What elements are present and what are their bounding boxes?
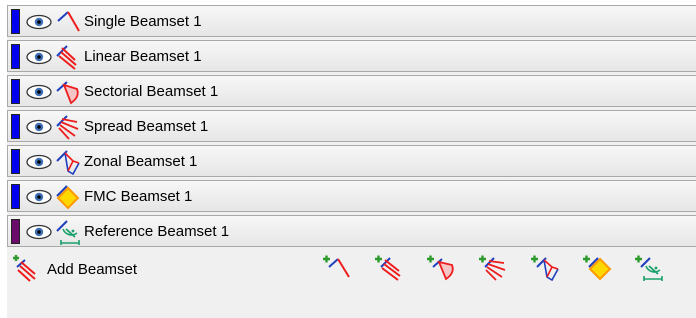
beamset-label: FMC Beamset 1 bbox=[84, 188, 193, 205]
spread-beam-icon bbox=[55, 114, 81, 140]
beamset-row-fmc[interactable]: FMC Beamset 1 bbox=[7, 180, 696, 212]
visibility-eye-icon[interactable] bbox=[25, 224, 53, 240]
beamset-color-swatch[interactable] bbox=[11, 149, 20, 174]
single-beam-icon bbox=[55, 9, 81, 35]
beamset-row-linear[interactable]: Linear Beamset 1 bbox=[7, 40, 696, 72]
beamset-color-swatch[interactable] bbox=[11, 219, 20, 244]
fmc-beam-icon bbox=[55, 184, 81, 210]
visibility-eye-icon[interactable] bbox=[25, 84, 53, 100]
beamset-color-swatch[interactable] bbox=[11, 184, 20, 209]
add-sectorial-beam-icon[interactable] bbox=[425, 254, 457, 282]
visibility-eye-icon[interactable] bbox=[25, 119, 53, 135]
visibility-eye-icon[interactable] bbox=[25, 49, 53, 65]
beamset-label: Sectorial Beamset 1 bbox=[84, 83, 219, 100]
linear-beam-icon bbox=[55, 44, 81, 70]
zonal-beam-icon bbox=[55, 149, 81, 175]
add-beamset-label[interactable]: Add Beamset bbox=[47, 261, 137, 278]
beamset-color-swatch[interactable] bbox=[11, 44, 20, 69]
add-reference-beam-icon[interactable] bbox=[633, 254, 665, 282]
add-fmc-beam-icon[interactable] bbox=[581, 254, 613, 282]
beamset-row-reference[interactable]: Reference Beamset 1 bbox=[7, 215, 696, 247]
beamset-color-swatch[interactable] bbox=[11, 9, 20, 34]
beamset-row-zonal[interactable]: Zonal Beamset 1 bbox=[7, 145, 696, 177]
add-beamset-icon[interactable] bbox=[11, 254, 39, 282]
visibility-eye-icon[interactable] bbox=[25, 189, 53, 205]
add-linear-beam-icon[interactable] bbox=[373, 254, 405, 282]
sectorial-beam-icon bbox=[55, 79, 81, 105]
beamset-panel: Single Beamset 1 Linear Beamset 1 Sector… bbox=[7, 5, 696, 318]
visibility-eye-icon[interactable] bbox=[25, 154, 53, 170]
beamset-label: Reference Beamset 1 bbox=[84, 223, 230, 240]
beamset-color-swatch[interactable] bbox=[11, 114, 20, 139]
add-beamset-toolbar: Add Beamset bbox=[7, 250, 696, 286]
beamset-row-sectorial[interactable]: Sectorial Beamset 1 bbox=[7, 75, 696, 107]
add-zonal-beam-icon[interactable] bbox=[529, 254, 561, 282]
beamset-label: Linear Beamset 1 bbox=[84, 48, 202, 65]
beamset-color-swatch[interactable] bbox=[11, 79, 20, 104]
beamset-label: Zonal Beamset 1 bbox=[84, 153, 198, 170]
beamset-row-spread[interactable]: Spread Beamset 1 bbox=[7, 110, 696, 142]
beamset-label: Spread Beamset 1 bbox=[84, 118, 209, 135]
beamset-label: Single Beamset 1 bbox=[84, 13, 202, 30]
reference-beam-icon bbox=[55, 219, 81, 245]
add-spread-beam-icon[interactable] bbox=[477, 254, 509, 282]
beamset-row-single[interactable]: Single Beamset 1 bbox=[7, 5, 696, 37]
visibility-eye-icon[interactable] bbox=[25, 14, 53, 30]
add-single-beam-icon[interactable] bbox=[321, 254, 353, 282]
